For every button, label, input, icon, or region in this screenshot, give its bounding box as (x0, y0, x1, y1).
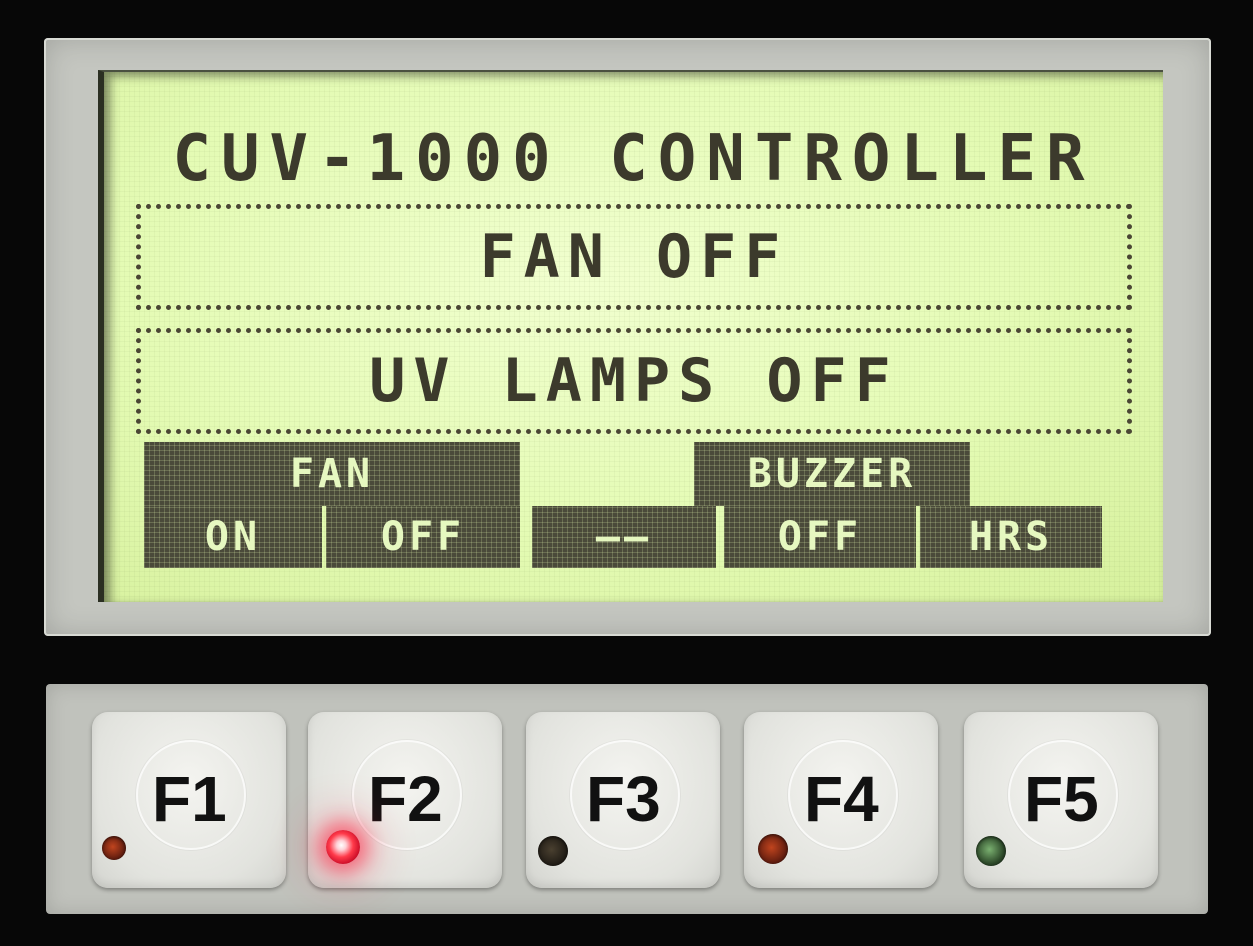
f1-led-indicator (102, 836, 126, 860)
softkey-fan-off: OFF (326, 506, 520, 568)
display-bezel: CUV-1000 CONTROLLER FAN OFF UV LAMPS OFF… (44, 38, 1211, 636)
f2-button[interactable]: F2 (308, 712, 502, 888)
f3-label: F3 (586, 763, 661, 835)
f3-led-indicator (538, 836, 568, 866)
softkey-blank: —— (532, 506, 716, 568)
uv-status-text: UV LAMPS OFF (369, 346, 899, 416)
f3-button[interactable]: F3 (526, 712, 720, 888)
f4-led-indicator (758, 834, 788, 864)
f1-label: F1 (152, 763, 227, 835)
f5-button[interactable]: F5 (964, 712, 1158, 888)
f2-led-indicator (326, 830, 360, 864)
softkey-labels: FAN ON OFF —— BUZZER OFF HRS (144, 442, 1154, 570)
uv-status-box: UV LAMPS OFF (136, 328, 1132, 434)
softkey-fan-title: FAN (144, 442, 520, 506)
f5-label: F5 (1024, 763, 1099, 835)
f5-led-indicator (976, 836, 1006, 866)
fan-status-box: FAN OFF (136, 204, 1132, 310)
softkey-buzzer-off: OFF (724, 506, 916, 568)
lcd-screen: CUV-1000 CONTROLLER FAN OFF UV LAMPS OFF… (98, 70, 1163, 602)
softkey-buzzer-title: BUZZER (694, 442, 970, 506)
controller-title: CUV-1000 CONTROLLER (172, 122, 1095, 196)
function-keypad: F1 F2 F3 F4 F5 (46, 684, 1208, 914)
f2-label: F2 (368, 763, 443, 835)
f4-label: F4 (804, 763, 879, 835)
f1-button[interactable]: F1 (92, 712, 286, 888)
fan-status-text: FAN OFF (479, 222, 789, 292)
softkey-hrs: HRS (920, 506, 1102, 568)
f4-button[interactable]: F4 (744, 712, 938, 888)
softkey-fan-on: ON (144, 506, 322, 568)
